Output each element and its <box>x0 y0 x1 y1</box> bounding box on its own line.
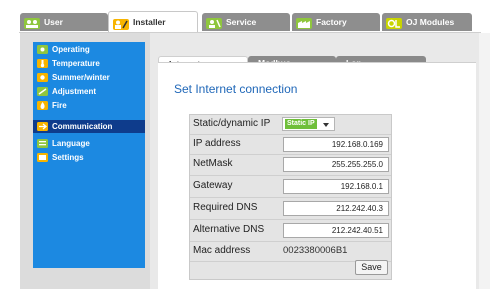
gateway-input[interactable] <box>283 179 389 194</box>
ip-address-row: IP address <box>190 135 391 154</box>
sidebar-item-label: Operating <box>52 45 90 54</box>
sidebar-item-adjustment[interactable]: Adjustment <box>33 85 145 98</box>
ip-mode-value: Static IP <box>285 119 317 129</box>
sidebar-item-label: Adjustment <box>52 87 96 96</box>
sidebar-item-communication[interactable]: Communication <box>33 120 145 133</box>
ip-address-label: IP address <box>193 138 241 149</box>
settings-icon <box>37 153 48 162</box>
ip-mode-row: Static/dynamic IP Static IP <box>190 115 391 134</box>
adjustment-icon <box>37 87 48 96</box>
sidebar-item-label: Language <box>52 139 90 148</box>
sidebar-item-language[interactable]: Language <box>33 137 145 150</box>
alternative-dns-row: Alternative DNS <box>190 221 391 240</box>
sidebar-item-settings[interactable]: Settings <box>33 151 145 164</box>
ip-address-input[interactable] <box>283 137 389 152</box>
netmask-label: NetMask <box>193 158 233 169</box>
page-title: Set Internet connection <box>174 82 298 96</box>
tab-factory-label: Factory <box>316 17 347 27</box>
divider <box>190 219 391 220</box>
factory-icon <box>296 17 312 29</box>
netmask-input[interactable] <box>283 157 389 172</box>
required-dns-input[interactable] <box>283 201 389 216</box>
ip-mode-label: Static/dynamic IP <box>193 118 271 129</box>
sidebar-item-label: Settings <box>52 153 84 162</box>
communication-icon <box>37 122 48 131</box>
tab-user[interactable]: User <box>20 13 108 31</box>
thermometer-icon <box>37 59 48 68</box>
tab-oj-modules[interactable]: OJ Modules <box>382 13 472 31</box>
internet-settings-form: Static/dynamic IP Static IP IP address N… <box>189 114 392 280</box>
service-icon <box>206 17 222 29</box>
required-dns-row: Required DNS <box>190 199 391 218</box>
ip-mode-select[interactable]: Static IP <box>282 117 335 131</box>
sun-icon <box>37 73 48 82</box>
operating-icon <box>37 45 48 54</box>
netmask-row: NetMask <box>190 155 391 174</box>
divider <box>190 197 391 198</box>
scrollbar[interactable] <box>479 33 490 289</box>
mac-address-row: Mac address 0023380006B1 <box>190 242 391 261</box>
mac-address-label: Mac address <box>193 245 251 256</box>
tab-service[interactable]: Service <box>202 13 290 31</box>
fire-icon <box>37 101 48 110</box>
sidebar-item-label: Fire <box>52 101 67 110</box>
modules-icon <box>386 17 402 29</box>
sidebar-item-fire[interactable]: Fire <box>33 99 145 112</box>
required-dns-label: Required DNS <box>193 202 258 213</box>
alternative-dns-input[interactable] <box>283 223 389 238</box>
user-icon <box>24 17 40 29</box>
sidebar-item-label: Temperature <box>52 59 100 68</box>
tab-service-label: Service <box>226 17 257 27</box>
sidebar-item-label: Communication <box>52 122 113 131</box>
mac-address-value: 0023380006B1 <box>283 245 348 256</box>
tab-factory[interactable]: Factory <box>292 13 380 31</box>
sidebar-item-summer-winter[interactable]: Summer/winter <box>33 71 145 84</box>
installer-icon <box>113 17 129 30</box>
gateway-row: Gateway <box>190 177 391 196</box>
gateway-label: Gateway <box>193 180 233 191</box>
save-button[interactable]: Save <box>355 260 388 275</box>
tab-installer[interactable]: Installer <box>108 11 198 33</box>
sidebar-item-operating[interactable]: Operating <box>33 43 145 56</box>
language-icon <box>37 139 48 148</box>
tab-oj-modules-label: OJ Modules <box>406 17 455 27</box>
tab-user-label: User <box>44 17 63 27</box>
divider <box>190 175 391 176</box>
sidebar-item-temperature[interactable]: Temperature <box>33 57 145 70</box>
chevron-down-icon <box>323 123 329 127</box>
tab-installer-label: Installer <box>133 17 166 27</box>
sidebar-item-label: Summer/winter <box>52 73 110 82</box>
alternative-dns-label: Alternative DNS <box>193 224 265 235</box>
